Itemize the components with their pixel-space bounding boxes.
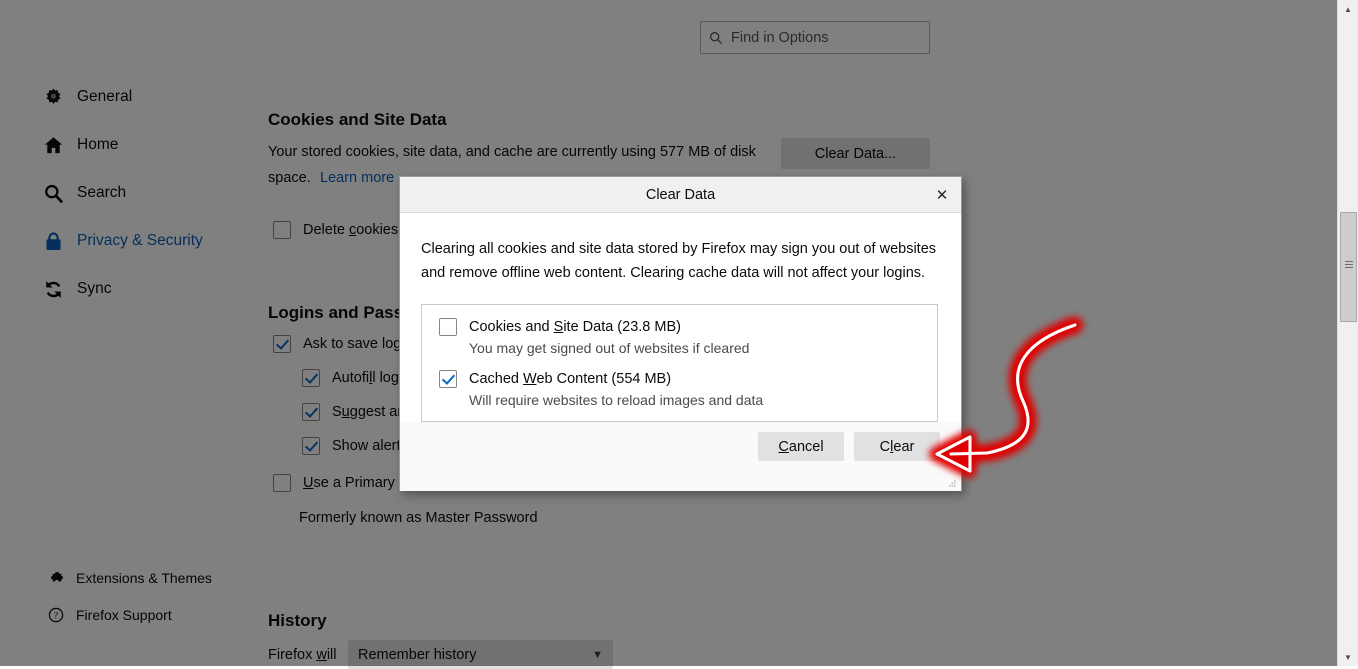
autofill-logins-checkbox[interactable] <box>302 369 320 387</box>
scrollbar-grip-icon <box>1345 261 1353 268</box>
close-icon[interactable]: ✕ <box>929 183 955 207</box>
cached-web-content-checkbox[interactable] <box>439 370 457 388</box>
cookies-description-line2: space. <box>268 170 311 186</box>
show-alerts-checkbox[interactable] <box>302 437 320 455</box>
vertical-scrollbar[interactable]: ▲ ▼ <box>1337 0 1358 666</box>
row-label: Use a Primary P <box>303 475 409 491</box>
sidebar-item-firefox-support[interactable]: ? Firefox Support <box>48 602 172 628</box>
sidebar-item-label: Search <box>77 184 127 201</box>
history-mode-value: Remember history <box>358 646 477 663</box>
lock-icon <box>42 230 64 252</box>
preferences-page: General Home Search <box>0 0 1358 669</box>
suggest-passwords-checkbox[interactable] <box>302 403 320 421</box>
delete-cookies-checkbox[interactable] <box>273 221 291 239</box>
clear-data-dialog: Clear Data ✕ Clearing all cookies and si… <box>399 176 962 491</box>
puzzle-icon <box>48 570 64 586</box>
sidebar-item-home[interactable]: Home <box>42 132 118 158</box>
primary-password-note: Formerly known as Master Password <box>299 510 538 526</box>
triangle-up-icon[interactable]: ▲ <box>1338 0 1358 18</box>
clear-button[interactable]: Clear <box>854 432 940 461</box>
sidebar-item-privacy-security[interactable]: Privacy & Security <box>42 228 203 254</box>
search-icon <box>709 31 723 45</box>
sidebar-item-label: Sync <box>77 280 112 297</box>
sidebar-item-label: General <box>77 88 133 105</box>
history-section-title: History <box>268 611 327 630</box>
logins-section-title: Logins and Passw <box>268 303 417 322</box>
option-cached-web-content[interactable]: Cached Web Content (554 MB) Will require… <box>422 370 937 408</box>
option-label: Cached Web Content (554 MB) <box>469 371 672 387</box>
suggest-passwords-row[interactable]: Suggest an <box>302 403 405 421</box>
gear-icon <box>42 86 64 108</box>
option-header[interactable]: Cached Web Content (554 MB) <box>439 370 937 388</box>
autofill-logins-row[interactable]: Autofill log <box>302 369 399 387</box>
sidebar-item-general[interactable]: General <box>42 84 132 110</box>
cancel-button[interactable]: Cancel <box>758 432 844 461</box>
cookies-section-title: Cookies and Site Data <box>268 110 447 129</box>
history-prefix-label: Firefox will <box>268 647 337 663</box>
sidebar-item-search[interactable]: Search <box>42 180 126 206</box>
find-in-options-search[interactable] <box>700 21 930 54</box>
scrollbar-thumb[interactable] <box>1340 212 1357 322</box>
dialog-footer: Cancel Clear <box>400 422 961 491</box>
learn-more-link[interactable]: Learn more <box>320 166 394 190</box>
dialog-description: Clearing all cookies and site data store… <box>421 241 937 281</box>
home-icon <box>42 134 64 156</box>
sidebar-item-sync[interactable]: Sync <box>42 276 111 302</box>
history-mode-select[interactable]: Remember history ▼ <box>348 640 613 669</box>
option-label: Cookies and Site Data (23.8 MB) <box>469 319 681 335</box>
ask-to-save-logins-checkbox[interactable] <box>273 335 291 353</box>
svg-text:?: ? <box>54 611 58 621</box>
dialog-titlebar: Clear Data ✕ <box>400 177 961 213</box>
cookies-description-line1: Your stored cookies, site data, and cach… <box>268 144 756 160</box>
row-label: Ask to save log <box>303 336 402 352</box>
question-circle-icon: ? <box>48 607 64 623</box>
clear-data-button[interactable]: Clear Data... <box>781 138 930 169</box>
show-alerts-row[interactable]: Show alert <box>302 437 401 455</box>
dialog-options-list: Cookies and Site Data (23.8 MB) You may … <box>421 304 938 422</box>
delete-cookies-label: Delete cookies <box>303 222 399 238</box>
sync-icon <box>42 278 64 300</box>
delete-cookies-row[interactable]: Delete cookies <box>273 221 398 239</box>
resize-grip-icon[interactable] <box>946 477 957 488</box>
ask-to-save-logins-row[interactable]: Ask to save log <box>273 335 401 353</box>
sidebar-item-extensions-themes[interactable]: Extensions & Themes <box>48 565 212 591</box>
chevron-down-icon: ▼ <box>592 648 603 661</box>
sidebar: General Home Search Privacy & Security S… <box>0 0 250 666</box>
row-label: Autofill log <box>332 370 399 386</box>
primary-password-row[interactable]: Use a Primary P <box>273 474 409 492</box>
option-sublabel: Will require websites to reload images a… <box>469 392 764 408</box>
dialog-title: Clear Data <box>645 186 716 203</box>
dialog-body: Clearing all cookies and site data store… <box>400 213 961 422</box>
option-cookies-and-site-data[interactable]: Cookies and Site Data (23.8 MB) You may … <box>422 318 937 356</box>
row-label: Show alert <box>332 438 401 454</box>
primary-password-checkbox[interactable] <box>273 474 291 492</box>
search-input[interactable] <box>729 28 921 47</box>
option-header[interactable]: Cookies and Site Data (23.8 MB) <box>439 318 937 336</box>
sidebar-item-label: Extensions & Themes <box>76 570 212 586</box>
cookies-site-data-checkbox[interactable] <box>439 318 457 336</box>
sidebar-item-label: Privacy & Security <box>77 232 203 249</box>
triangle-down-icon[interactable]: ▼ <box>1338 648 1358 666</box>
row-label: Suggest an <box>332 404 406 420</box>
option-sublabel: You may get signed out of websites if cl… <box>469 340 750 356</box>
sidebar-item-label: Home <box>77 136 119 153</box>
sidebar-item-label: Firefox Support <box>76 607 172 623</box>
search-icon <box>42 182 64 204</box>
